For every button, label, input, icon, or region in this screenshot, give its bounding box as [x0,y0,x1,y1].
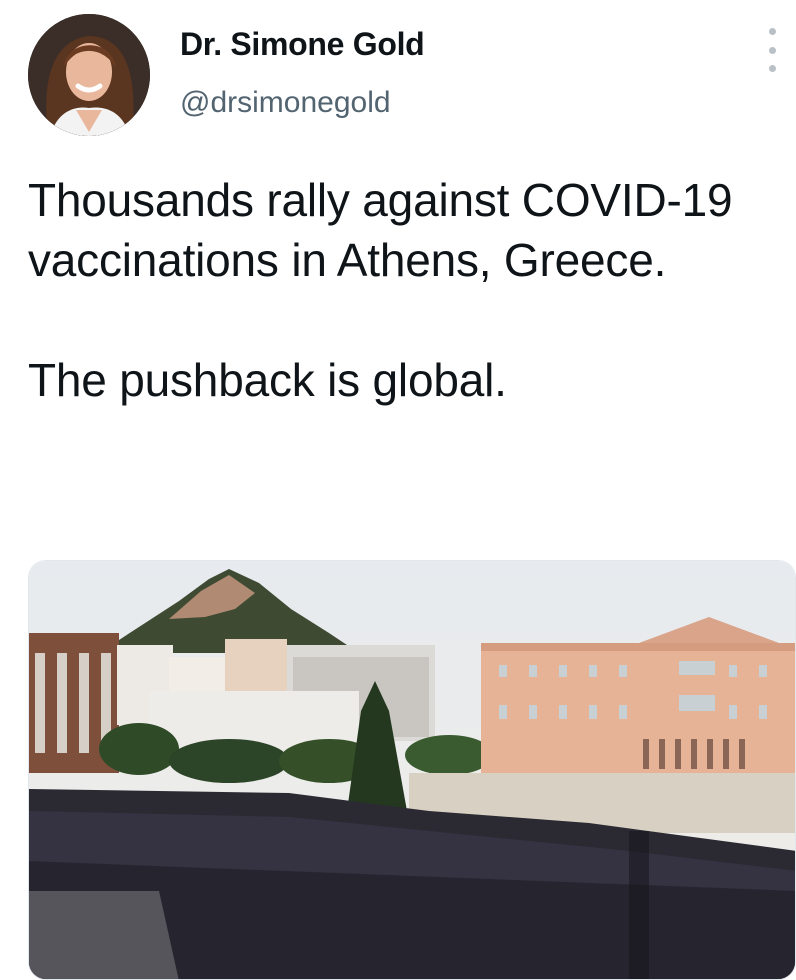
tweet-media-photo[interactable] [28,560,796,980]
author-handle[interactable]: @drsimonegold [180,86,391,120]
tweet-text: Thousands rally against COVID-19 vaccina… [28,170,768,410]
more-vertical-icon[interactable] [760,28,784,72]
tweet-text-line: The pushback is global. [28,354,507,406]
tweet-text-line: Thousands rally against COVID-19 vaccina… [28,174,733,286]
avatar[interactable] [28,14,150,136]
author-display-name[interactable]: Dr. Simone Gold [180,26,425,63]
